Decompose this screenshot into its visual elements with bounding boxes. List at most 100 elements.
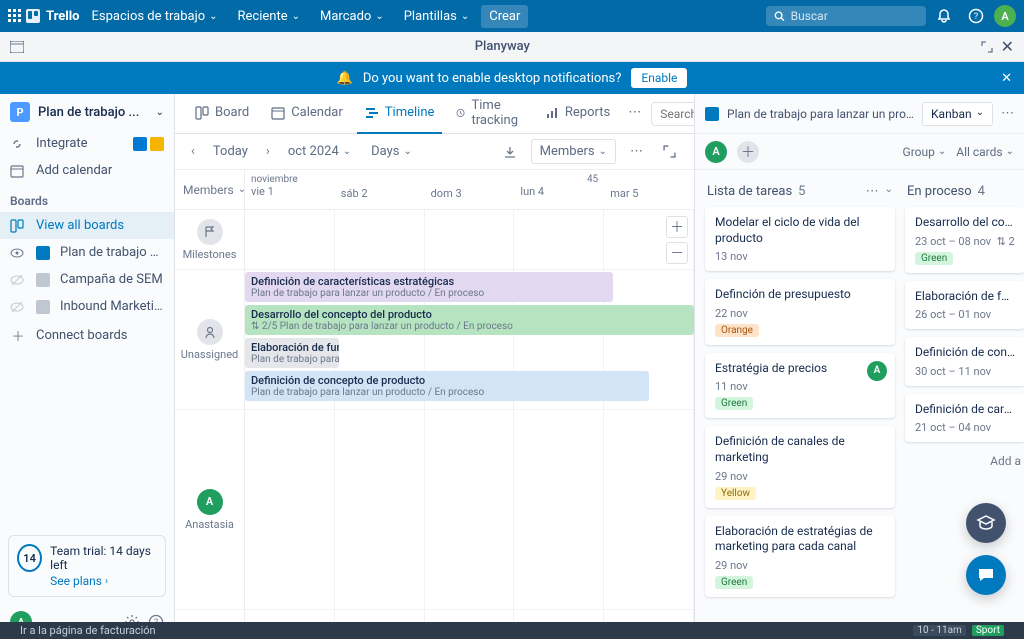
expand-icon[interactable] — [981, 41, 993, 53]
members-dropdown[interactable]: Members⌄ — [531, 139, 616, 164]
zoom-in-button[interactable]: ＋ — [666, 216, 688, 238]
menu-recent[interactable]: Reciente⌄ — [230, 5, 308, 28]
kanban-card[interactable]: Desarrollo del conce 23 oct – 08 nov ⇅ 2… — [905, 207, 1024, 273]
timeline-icon — [365, 106, 379, 120]
kanban-card[interactable]: Elaboración de estratégias de marketing … — [705, 516, 895, 597]
col-collapse-icon[interactable]: ⌄ — [885, 184, 893, 199]
trial-text: Team trial: 14 days left — [50, 544, 157, 572]
fullscreen-button[interactable] — [657, 141, 682, 162]
tab-reports[interactable]: Reports — [537, 94, 618, 134]
workspace-name: Plan de trabajo ... — [38, 105, 148, 120]
more-button[interactable]: ⋯ — [624, 140, 649, 163]
tab-time-tracking[interactable]: Time tracking — [448, 94, 531, 134]
user-avatar[interactable]: A — [994, 5, 1016, 27]
window-icon[interactable] — [10, 41, 24, 53]
help-icon[interactable]: ? — [962, 2, 990, 30]
boards-icon — [10, 219, 26, 233]
scale-dropdown[interactable]: Days⌄ — [365, 140, 418, 163]
kanban-card[interactable]: Modelar el ciclo de vida del producto 13… — [705, 207, 895, 271]
tab-calendar[interactable]: Calendar — [263, 94, 351, 134]
apps-grid-icon[interactable] — [8, 9, 22, 23]
chat-icon — [976, 565, 996, 585]
sidebar-board-inbound[interactable]: Inbound Marketing ... — [0, 293, 174, 320]
kanban-card[interactable]: Definición de concep 30 oct – 11 nov — [905, 337, 1024, 386]
bell-emoji-icon: 🔔 — [337, 71, 353, 86]
add-member-button[interactable]: ＋ — [737, 141, 759, 163]
kanban-dropdown[interactable]: Kanban⌄ — [922, 102, 993, 126]
members-header[interactable]: Members⌄ — [175, 170, 244, 210]
planyway-window-header: Planyway ✕ — [0, 32, 1024, 62]
outlook-icon — [133, 137, 147, 151]
trello-logo-text: Trello — [46, 9, 80, 24]
group-dropdown[interactable]: Group⌄ — [903, 145, 947, 159]
sidebar-board-plan[interactable]: Plan de trabajo par... — [0, 239, 174, 266]
clock-icon — [456, 106, 465, 120]
panel-more-button[interactable]: ⋯ — [1001, 106, 1014, 121]
chat-button[interactable] — [966, 555, 1006, 595]
timeline-bar[interactable]: Elaboración de func Plan de trabajo para… — [245, 338, 339, 368]
sidebar-board-sem[interactable]: Campaña de SEM — [0, 266, 174, 293]
timeline-bar[interactable]: Definición de concepto de producto Plan … — [245, 371, 649, 401]
add-card-button[interactable]: Add a — [905, 450, 1024, 472]
kanban-card[interactable]: Elaboración de funci 26 oct – 01 nov — [905, 281, 1024, 330]
trello-search[interactable] — [766, 6, 926, 26]
panel-avatar[interactable]: A — [705, 141, 727, 163]
timeline-grid[interactable]: ＋ － noviembrevie 1 sáb 2 dom 3 45lun 4 m… — [245, 170, 694, 639]
notifications-icon[interactable] — [930, 2, 958, 30]
sidebar-view-all-boards[interactable]: View all boards — [0, 212, 174, 239]
col-more-icon[interactable]: ⋯ — [866, 184, 879, 199]
card-avatar: A — [867, 361, 887, 381]
tab-board[interactable]: Board — [187, 94, 257, 134]
timeline-row-labels: Members⌄ Milestones Unassigned A Ana — [175, 170, 245, 639]
track-milestones — [245, 210, 694, 270]
plus-icon: ＋ — [10, 326, 26, 345]
menu-templates[interactable]: Plantillas⌄ — [396, 5, 478, 28]
timeline-bar[interactable]: Desarrollo del concepto del producto ⇅ 2… — [245, 305, 694, 335]
menu-marked[interactable]: Marcado⌄ — [312, 5, 392, 28]
trello-search-input[interactable] — [791, 9, 918, 23]
time-chip: 10 - 11am — [913, 625, 965, 636]
board-name[interactable]: Plan de trabajo para lanzar un producto … — [727, 107, 914, 121]
back-link[interactable]: Ir a la página de facturación — [20, 624, 156, 637]
right-panel-sub: A ＋ Group⌄ All cards⌄ — [695, 134, 1024, 170]
bottom-peek-bar: Ir a la página de facturación 10 - 11am … — [0, 622, 1024, 639]
kanban-card[interactable]: Definición de canales de marketing 29 no… — [705, 426, 895, 507]
create-button[interactable]: Crear — [481, 5, 528, 28]
banner-close-icon[interactable]: ✕ — [1001, 71, 1012, 86]
workspace-selector[interactable]: P Plan de trabajo ... ⌄ — [0, 94, 174, 130]
tab-more[interactable]: ⋯ — [624, 94, 645, 134]
sport-chip: Sport — [972, 625, 1004, 636]
calendar-add-icon — [10, 164, 26, 178]
left-sidebar: P Plan de trabajo ... ⌄ Integrate Add ca… — [0, 94, 175, 639]
kanban-card[interactable]: A Estratégia de precios 11 nov Green — [705, 353, 895, 419]
enable-button[interactable]: Enable — [631, 68, 687, 88]
kanban-card[interactable]: Definición de caracte 21 oct – 04 nov — [905, 394, 1024, 443]
sidebar-add-calendar[interactable]: Add calendar — [0, 157, 174, 184]
month-dropdown[interactable]: oct 2024⌄ — [282, 140, 357, 163]
all-cards-dropdown[interactable]: All cards⌄ — [956, 145, 1014, 159]
person-question-icon — [197, 319, 223, 345]
kanban-card[interactable]: Definción de presupuesto 22 nov Orange — [705, 279, 895, 345]
see-plans-link[interactable]: See plans› — [50, 574, 157, 588]
graduation-cap-icon — [976, 513, 996, 533]
menu-workspaces[interactable]: Espacios de trabajo⌄ — [84, 5, 226, 28]
prev-arrow[interactable]: ‹ — [187, 144, 199, 159]
trello-top-bar: Trello Espacios de trabajo⌄ Reciente⌄ Ma… — [0, 0, 1024, 32]
trello-logo[interactable]: Trello — [26, 9, 80, 24]
expand-icon — [663, 145, 676, 158]
next-arrow[interactable]: › — [262, 144, 274, 159]
close-icon[interactable]: ✕ — [1001, 37, 1014, 56]
chevron-down-icon: ⌄ — [156, 107, 164, 118]
sidebar-connect-boards[interactable]: ＋ Connect boards — [0, 320, 174, 351]
timeline-bar[interactable]: Definición de características estratégic… — [245, 272, 613, 302]
integrate-icon — [10, 137, 26, 151]
track-unassigned: Definición de características estratégic… — [245, 270, 694, 410]
user-avatar-icon: A — [197, 489, 223, 515]
tab-timeline[interactable]: Timeline — [357, 94, 443, 134]
download-button[interactable] — [497, 141, 523, 163]
sidebar-integrate[interactable]: Integrate — [0, 130, 174, 157]
today-button[interactable]: Today — [207, 140, 254, 163]
calendar-icon — [271, 106, 285, 120]
academy-button[interactable] — [966, 503, 1006, 543]
zoom-out-button[interactable]: － — [666, 242, 688, 264]
